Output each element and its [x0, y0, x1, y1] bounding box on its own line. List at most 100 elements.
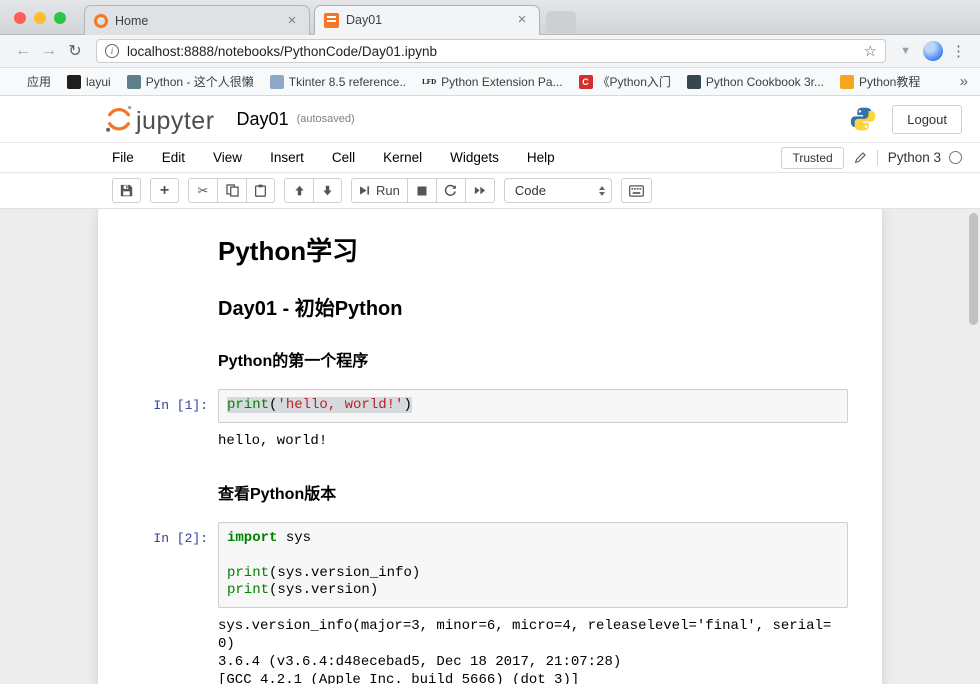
- bookmark-item[interactable]: 应用: [8, 73, 51, 90]
- zoom-window-button[interactable]: [54, 12, 66, 24]
- markdown-cell[interactable]: Python学习: [98, 225, 882, 268]
- notebook-title[interactable]: Day01: [237, 109, 289, 130]
- notebook-page: Python学习Day01 - 初始PythonPython的第一个程序 In […: [98, 209, 882, 684]
- copy-cell-button[interactable]: [217, 178, 246, 203]
- back-icon[interactable]: ←: [10, 42, 36, 60]
- bookmark-label: Python Cookbook 3r...: [706, 75, 824, 89]
- download-caret-icon[interactable]: ▼: [900, 45, 911, 57]
- run-cell-button[interactable]: Run: [351, 178, 407, 203]
- command-palette-button[interactable]: [621, 178, 652, 203]
- cell-type-dropdown[interactable]: Code: [504, 178, 612, 203]
- cell-output: sys.version_info(major=3, minor=6, micro…: [218, 608, 848, 684]
- arrow-down-icon: [322, 185, 333, 196]
- menu-insert[interactable]: Insert: [270, 150, 304, 165]
- tabs: Home × Day01 ×: [84, 5, 576, 35]
- bookmark-label: Python教程: [859, 73, 920, 90]
- menu-cell[interactable]: Cell: [332, 150, 355, 165]
- kernel-idle-indicator-icon: [949, 151, 962, 164]
- bookmark-item[interactable]: LFDPython Extension Pa...: [422, 75, 562, 89]
- heading-h1: Python学习: [218, 225, 848, 268]
- new-tab-button[interactable]: [546, 11, 576, 33]
- bookmarks-bar-items: 应用 layui Python - 这个人很懒 Tkinter 8.5 referen…: [8, 73, 956, 90]
- page-info-icon[interactable]: i: [105, 44, 119, 58]
- move-cell-down-button[interactable]: [313, 178, 342, 203]
- bookmark-label: Tkinter 8.5 reference..: [289, 75, 406, 89]
- cell-type-value: Code: [515, 183, 591, 198]
- close-tab-icon[interactable]: ×: [514, 13, 530, 27]
- code-input[interactable]: print('hello, world!'): [218, 389, 848, 423]
- browser-menu-icon[interactable]: ⋮: [951, 42, 966, 60]
- bookmarks-bar: 应用 layui Python - 这个人很懒 Tkinter 8.5 referen…: [0, 68, 980, 96]
- heading-h3: 查看Python版本: [218, 454, 848, 504]
- bookmark-item[interactable]: C《Python入门: [579, 73, 671, 90]
- tab-title: Day01: [346, 13, 514, 27]
- cell-content: import sys print(sys.version_info)print(…: [218, 522, 848, 684]
- restart-kernel-button[interactable]: [436, 178, 465, 203]
- tab-title: Home: [115, 14, 284, 28]
- cell-prompt: In [1]:: [98, 389, 218, 454]
- notebook-area: Python学习Day01 - 初始PythonPython的第一个程序 In […: [0, 209, 980, 684]
- stop-icon: [417, 186, 427, 196]
- bookmarks-overflow-icon[interactable]: »: [956, 73, 972, 90]
- tab-home[interactable]: Home ×: [84, 5, 310, 35]
- close-window-button[interactable]: [14, 12, 26, 24]
- close-tab-icon[interactable]: ×: [284, 14, 300, 28]
- menu-file[interactable]: File: [112, 150, 134, 165]
- cell-content: print('hello, world!')hello, world!: [218, 389, 848, 454]
- bookmark-label: layui: [86, 75, 111, 89]
- python-logo-icon: [850, 106, 876, 132]
- reload-icon[interactable]: ↻: [62, 41, 88, 61]
- move-cell-up-button[interactable]: [284, 178, 313, 203]
- tab-day01[interactable]: Day01 ×: [314, 5, 540, 35]
- cell-prompt: [98, 321, 218, 371]
- profile-icon[interactable]: [923, 41, 943, 61]
- bookmark-item[interactable]: Python - 这个人很懒: [127, 73, 254, 90]
- restart-run-all-button[interactable]: [465, 178, 495, 203]
- paste-cell-button[interactable]: [246, 178, 275, 203]
- insert-cell-below-button[interactable]: +: [150, 178, 179, 203]
- clipboard-icon: [254, 184, 267, 197]
- scrollbar[interactable]: [969, 213, 978, 679]
- bookmark-label: Python - 这个人很懒: [146, 73, 254, 90]
- run-label: Run: [376, 183, 400, 198]
- save-button[interactable]: [112, 178, 141, 203]
- bookmark-star-icon[interactable]: ☆: [864, 42, 877, 60]
- menu-help[interactable]: Help: [527, 150, 555, 165]
- jupyter-logo-icon: [104, 104, 134, 134]
- logout-button[interactable]: Logout: [892, 105, 962, 134]
- bookmark-label: 应用: [27, 73, 51, 90]
- bookmark-label: Python Extension Pa...: [441, 75, 562, 89]
- code-input[interactable]: import sys print(sys.version_info)print(…: [218, 522, 848, 608]
- bookmark-item[interactable]: Python教程: [840, 73, 920, 90]
- notebook-cells: Python学习Day01 - 初始PythonPython的第一个程序 In […: [98, 225, 882, 684]
- browser-toolbar: ← → ↻ i localhost:8888/notebooks/PythonC…: [0, 35, 980, 68]
- bookmark-item[interactable]: layui: [67, 75, 111, 89]
- layui-favicon: [67, 75, 81, 89]
- scrollbar-thumb[interactable]: [969, 213, 978, 325]
- minimize-window-button[interactable]: [34, 12, 46, 24]
- address-bar[interactable]: i localhost:8888/notebooks/PythonCode/Da…: [96, 39, 886, 63]
- menu-edit[interactable]: Edit: [162, 150, 185, 165]
- cut-cell-button[interactable]: ✂: [188, 178, 217, 203]
- trusted-button[interactable]: Trusted: [781, 147, 843, 169]
- bookmark-item[interactable]: Python Cookbook 3r...: [687, 75, 824, 89]
- code-cell[interactable]: In [2]:import sys print(sys.version_info…: [98, 522, 882, 684]
- bookmark-label: 《Python入门: [598, 73, 671, 90]
- cell-prompt: [98, 225, 218, 268]
- markdown-cell[interactable]: Python的第一个程序: [98, 321, 882, 371]
- apps-grid-icon: [8, 75, 22, 89]
- code-cell[interactable]: In [1]:print('hello, world!')hello, worl…: [98, 389, 882, 454]
- jupyter-favicon: [94, 14, 108, 28]
- menu-kernel[interactable]: Kernel: [383, 150, 422, 165]
- markdown-cell[interactable]: 查看Python版本: [98, 454, 882, 504]
- run-icon: [359, 185, 370, 196]
- markdown-cell[interactable]: Day01 - 初始Python: [98, 268, 882, 321]
- jupyter-logo[interactable]: jupyter: [104, 104, 215, 134]
- interrupt-kernel-button[interactable]: [407, 178, 436, 203]
- bookmark-item[interactable]: Tkinter 8.5 reference..: [270, 75, 406, 89]
- forward-icon[interactable]: →: [36, 42, 62, 60]
- url-text[interactable]: localhost:8888/notebooks/PythonCode/Day0…: [127, 44, 864, 59]
- menu-view[interactable]: View: [213, 150, 242, 165]
- notebook-favicon: [324, 13, 339, 28]
- menu-widgets[interactable]: Widgets: [450, 150, 499, 165]
